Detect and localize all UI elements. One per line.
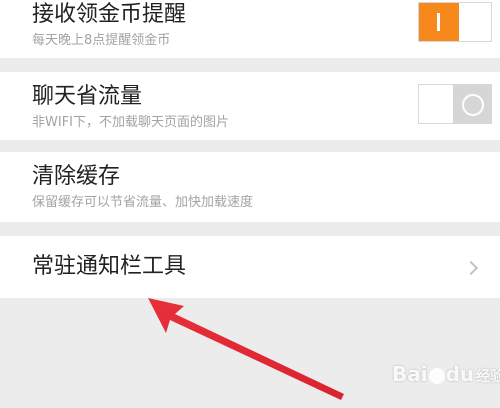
baidu-watermark: Bai du 经验 — [392, 362, 500, 386]
arrow-shape — [148, 298, 344, 400]
paw-icon — [428, 367, 445, 384]
watermark-brand-right: 经验 — [476, 369, 500, 385]
watermark-brand-mid: du — [445, 362, 475, 386]
watermark-brand-left: Bai — [392, 362, 428, 386]
annotation-arrow — [148, 298, 344, 400]
